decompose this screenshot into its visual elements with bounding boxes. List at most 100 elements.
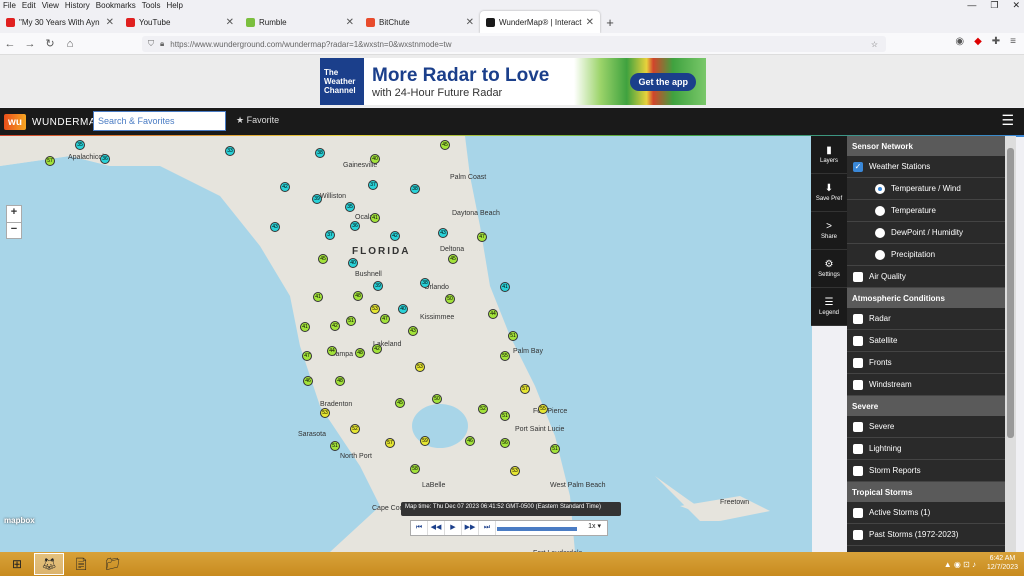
weather-station-marker[interactable]: 51 <box>508 331 518 341</box>
menu-item-file[interactable]: File <box>0 1 19 10</box>
weather-station-marker[interactable]: 44 <box>327 346 337 356</box>
restore-icon[interactable]: ❐ <box>990 0 998 11</box>
tab-close-icon[interactable]: ✕ <box>466 17 474 28</box>
zoom-in-button[interactable]: + <box>7 206 21 222</box>
weather-station-marker[interactable]: 45 <box>440 140 450 150</box>
weather-station-marker[interactable]: 37 <box>325 230 335 240</box>
weather-station-marker[interactable]: 53 <box>510 466 520 476</box>
checkbox-icon[interactable] <box>853 507 863 518</box>
panel-scrollbar-thumb[interactable] <box>1007 148 1014 438</box>
weather-station-marker[interactable]: 41 <box>500 282 510 292</box>
weather-station-marker[interactable]: 43 <box>270 222 280 232</box>
weather-station-marker[interactable]: 52 <box>478 404 488 414</box>
skip-start-icon[interactable]: ⏮ <box>411 521 428 535</box>
sidebar-item-save-pref[interactable]: ⬇ Save Pref <box>811 174 847 212</box>
menu-item-tools[interactable]: Tools <box>139 1 164 10</box>
weather-station-marker[interactable]: 42 <box>280 182 290 192</box>
weather-station-marker[interactable]: 46 <box>303 376 313 386</box>
weather-station-marker[interactable]: 55 <box>500 351 510 361</box>
weather-station-marker[interactable]: 35 <box>345 202 355 212</box>
air-quality-toggle[interactable]: Air Quality <box>847 266 1005 288</box>
play-icon[interactable]: ▶ <box>445 521 462 535</box>
weather-station-marker[interactable]: 33 <box>225 146 235 156</box>
step-forward-icon[interactable]: ▶▶ <box>462 521 479 535</box>
weather-station-marker[interactable]: 38 <box>315 148 325 158</box>
url-text[interactable]: https://www.wunderground.com/wundermap?r… <box>170 40 451 49</box>
close-icon[interactable]: ✕ <box>1012 0 1020 11</box>
extension-icon[interactable]: ◆ <box>974 36 982 47</box>
firefox-icon[interactable]: 🦊︎ <box>34 553 64 575</box>
speed-select[interactable]: 1x ▾ <box>588 522 601 530</box>
menu-item-edit[interactable]: Edit <box>19 1 39 10</box>
weather-station-marker[interactable]: 45 <box>448 254 458 264</box>
file-explorer-icon[interactable]: 📁︎ <box>98 553 128 575</box>
weather-station-marker[interactable]: 51 <box>346 316 356 326</box>
skip-end-icon[interactable]: ⏭ <box>479 521 496 535</box>
weather-station-marker[interactable]: 36 <box>350 221 360 231</box>
weather-station-marker[interactable]: 57 <box>520 384 530 394</box>
wu-logo[interactable]: wu <box>4 114 26 130</box>
weather-station-marker[interactable]: 51 <box>550 444 560 454</box>
menu-item-help[interactable]: Help <box>163 1 185 10</box>
tropical-toggle-1[interactable]: Past Storms (1972-2023) <box>847 524 1005 546</box>
zoom-out-button[interactable]: − <box>7 222 21 238</box>
weather-station-marker[interactable]: 45 <box>318 254 328 264</box>
sidebar-item-settings[interactable]: ⚙ Settings <box>811 250 847 288</box>
weather-station-marker[interactable]: 37 <box>368 180 378 190</box>
weather-station-marker[interactable]: 36 <box>100 154 110 164</box>
back-icon[interactable]: ← <box>0 38 20 50</box>
checkbox-icon[interactable] <box>853 271 863 282</box>
station-mode-3[interactable]: Precipitation <box>847 244 1005 266</box>
mapbox-attribution[interactable]: mapbox <box>4 516 35 525</box>
checkbox-icon[interactable] <box>853 421 863 432</box>
bookmark-star-icon[interactable]: ☆ <box>871 40 878 49</box>
forward-icon[interactable]: → <box>20 38 40 50</box>
station-mode-1[interactable]: Temperature <box>847 200 1005 222</box>
tab-close-icon[interactable]: ✕ <box>226 17 234 28</box>
tab-4[interactable]: WunderMap® | Interactive We... ✕ <box>480 11 600 33</box>
weather-station-marker[interactable]: 43 <box>408 326 418 336</box>
map[interactable]: FLORIDA Apalachicola Gainesville Williston… <box>0 136 812 552</box>
timeline-slider[interactable] <box>497 527 577 531</box>
tab-close-icon[interactable]: ✕ <box>586 17 594 28</box>
weather-station-marker[interactable]: 48 <box>335 376 345 386</box>
weather-station-marker[interactable]: 51 <box>500 411 510 421</box>
extensions-puzzle-icon[interactable]: ✚ <box>992 36 1000 47</box>
weather-station-marker[interactable]: 57 <box>385 438 395 448</box>
weather-station-marker[interactable]: 38 <box>410 184 420 194</box>
weather-station-marker[interactable]: 41 <box>300 322 310 332</box>
menu-item-bookmarks[interactable]: Bookmarks <box>93 1 139 10</box>
weather-station-marker[interactable]: 51 <box>330 441 340 451</box>
weather-station-marker[interactable]: 42 <box>390 231 400 241</box>
weather-station-marker[interactable]: 40 <box>348 258 358 268</box>
weather-station-marker[interactable]: 47 <box>302 351 312 361</box>
weather-station-marker[interactable]: 57 <box>45 156 55 166</box>
shield-icon[interactable]: ⛉ <box>148 39 154 49</box>
radio-icon[interactable] <box>875 227 885 238</box>
weather-station-marker[interactable]: 44 <box>488 309 498 319</box>
weather-station-marker[interactable]: 53 <box>370 304 380 314</box>
weather-station-marker[interactable]: 40 <box>398 304 408 314</box>
weather-station-marker[interactable]: 45 <box>395 398 405 408</box>
hamburger-menu-icon[interactable]: ☰ <box>1001 112 1014 129</box>
weather-station-marker[interactable]: 47 <box>477 232 487 242</box>
checkbox-icon[interactable] <box>853 443 863 454</box>
checkbox-icon[interactable] <box>853 529 863 540</box>
url-bar[interactable]: ⛉ 🔒︎ https://www.wunderground.com/wunder… <box>142 36 886 52</box>
ad-banner[interactable]: The Weather Channel More Radar to Love w… <box>320 58 706 105</box>
atmos-toggle-1[interactable]: Satellite <box>847 330 1005 352</box>
weather-station-marker[interactable]: 46 <box>465 436 475 446</box>
windows-start-icon[interactable]: ⊞ <box>2 553 32 575</box>
station-mode-0[interactable]: Temperature / Wind <box>847 178 1005 200</box>
checkbox-icon[interactable] <box>853 379 863 390</box>
weather-station-marker[interactable]: 52 <box>350 424 360 434</box>
tropical-toggle-0[interactable]: Active Storms (1) <box>847 502 1005 524</box>
tab-1[interactable]: YouTube ✕ <box>120 11 240 33</box>
severe-toggle-0[interactable]: Severe <box>847 416 1005 438</box>
minimize-icon[interactable]: — <box>967 0 976 11</box>
weather-station-marker[interactable]: 56 <box>500 438 510 448</box>
severe-toggle-2[interactable]: Storm Reports <box>847 460 1005 482</box>
weather-station-marker[interactable]: 42 <box>330 321 340 331</box>
step-back-icon[interactable]: ◀◀ <box>428 521 445 535</box>
weather-station-marker[interactable]: 38 <box>420 278 430 288</box>
